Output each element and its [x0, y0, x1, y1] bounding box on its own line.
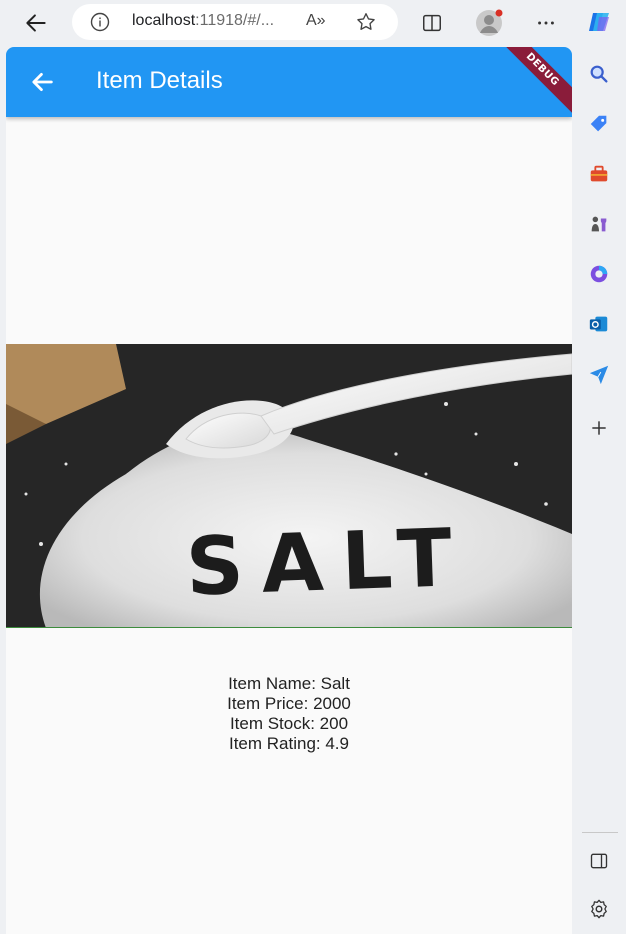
url-host: localhost: [132, 12, 196, 29]
salt-written-word: SALT: [184, 511, 471, 614]
toolbox-icon[interactable]: [586, 161, 612, 187]
search-icon[interactable]: [586, 61, 612, 87]
browser-back-icon[interactable]: [22, 9, 50, 37]
send-icon[interactable]: [586, 361, 612, 387]
browser-toolbar: localhost:11918/#/... A»: [0, 0, 626, 46]
address-bar[interactable]: localhost:11918/#/... A»: [72, 4, 398, 40]
profile-avatar-icon[interactable]: [474, 8, 504, 38]
shopping-tag-icon[interactable]: [586, 111, 612, 137]
app-viewport: Item Details DEBUG SALT Item Name: Salt …: [6, 47, 572, 934]
item-price: Item Price: 2000: [227, 694, 351, 713]
read-aloud-icon[interactable]: A»: [306, 12, 330, 32]
outlook-icon[interactable]: [586, 311, 612, 337]
chess-games-icon[interactable]: [586, 211, 612, 237]
sidebar-toggle-icon[interactable]: [586, 848, 612, 874]
microsoft-365-icon[interactable]: [586, 261, 612, 287]
back-arrow-icon[interactable]: [28, 68, 56, 96]
add-icon[interactable]: [586, 415, 612, 441]
url-path: :11918/#/...: [195, 12, 275, 29]
sidebar-divider: [582, 832, 618, 833]
item-name: Item Name: Salt: [228, 674, 350, 693]
split-screen-icon[interactable]: [420, 11, 444, 35]
item-stock: Item Stock: 200: [229, 714, 349, 733]
settings-gear-icon[interactable]: [586, 896, 612, 922]
item-details: Item Name: Salt Item Price: 2000 Item St…: [6, 674, 572, 754]
more-options-icon[interactable]: [534, 11, 558, 35]
page-title: Item Details: [96, 67, 223, 94]
copilot-icon[interactable]: [584, 6, 616, 38]
site-info-icon[interactable]: [90, 12, 110, 32]
item-image: SALT: [6, 344, 572, 628]
favorite-star-icon[interactable]: [354, 10, 378, 34]
browser-sidebar: [572, 46, 626, 934]
url-text[interactable]: localhost:11918/#/...: [132, 12, 274, 30]
app-bar: Item Details: [6, 47, 572, 117]
item-rating: Item Rating: 4.9: [228, 734, 349, 753]
